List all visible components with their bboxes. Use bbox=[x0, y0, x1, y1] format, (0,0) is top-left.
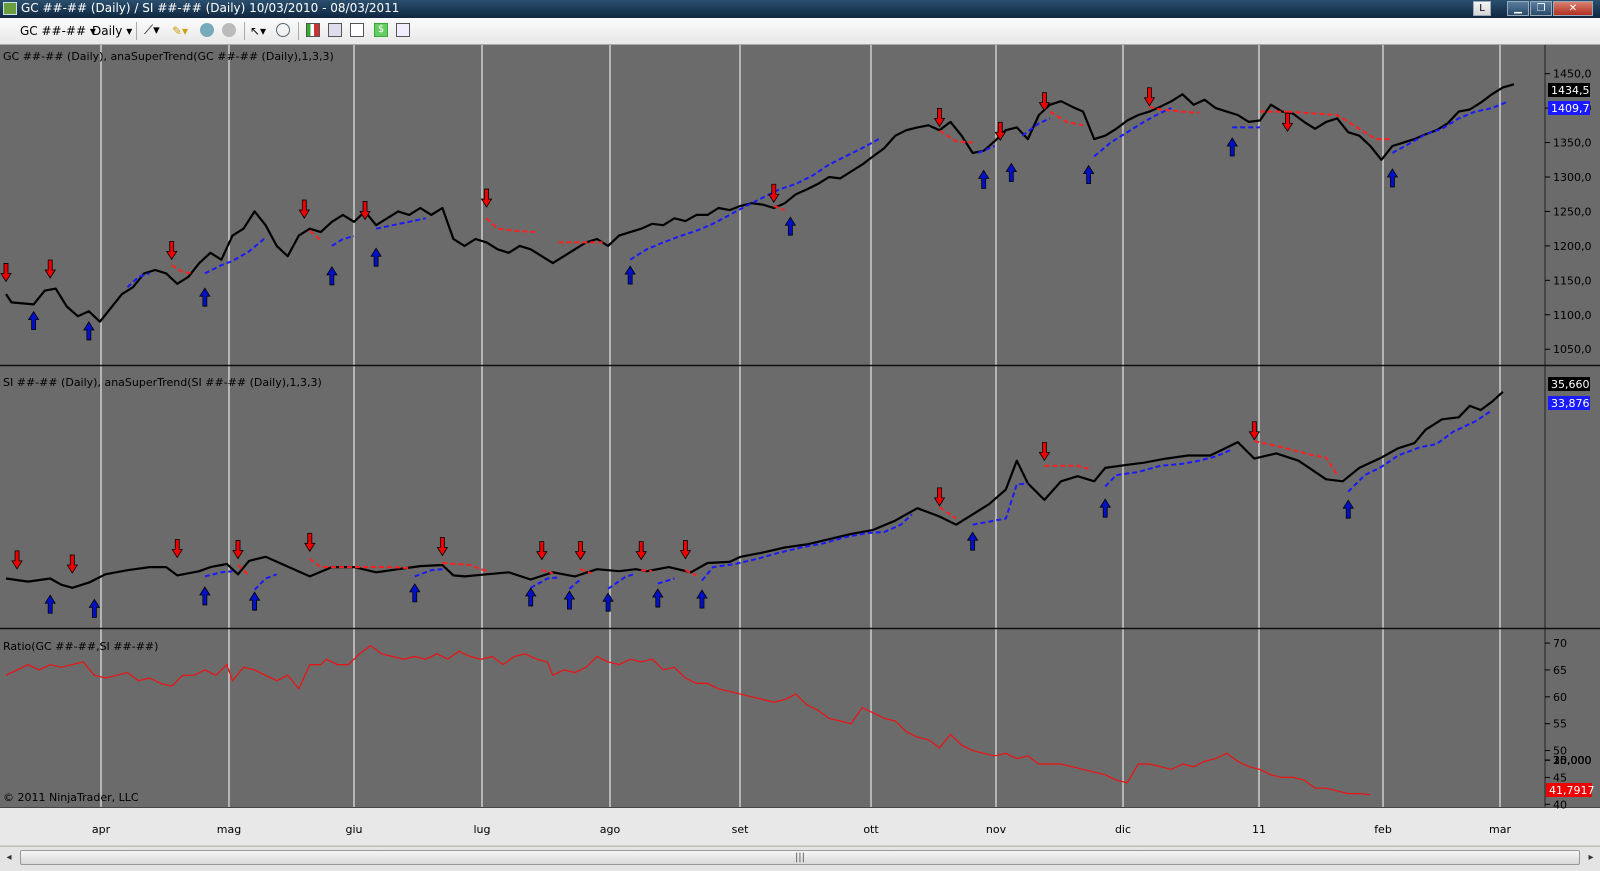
toolbar-separator bbox=[298, 22, 299, 40]
app-icon bbox=[3, 2, 17, 15]
toolbar-separator bbox=[136, 22, 137, 40]
pencil-icon[interactable]: ✎▾ bbox=[172, 22, 188, 40]
y-tick-label: 45 bbox=[1553, 771, 1567, 784]
title-bar: GC ##-## (Daily) / SI ##-## (Daily) 10/0… bbox=[0, 0, 1600, 18]
y-tick-label: 1250,0 bbox=[1553, 205, 1592, 218]
close-button[interactable]: ✕ bbox=[1553, 1, 1593, 16]
silver-last-price-marker: 35,660 bbox=[1548, 377, 1590, 391]
x-tick-label: giu bbox=[345, 823, 362, 836]
chart-area[interactable]: 1050,0 1100,0 1150,0 1200,0 1250,0 1300,0 1350… bbox=[0, 45, 1600, 845]
interval-label: Daily bbox=[92, 24, 123, 38]
x-tick-label: ago bbox=[600, 823, 621, 836]
y-tick-label: 70 bbox=[1553, 637, 1567, 650]
ratio-panel-label: Ratio(GC ##-##,SI ##-##) bbox=[3, 640, 158, 653]
y-tick-label: 1100,0 bbox=[1553, 309, 1592, 322]
dollar-icon[interactable]: $ bbox=[374, 23, 388, 37]
link-button[interactable]: L bbox=[1473, 1, 1491, 16]
y-tick-label: 50 bbox=[1553, 745, 1567, 758]
y-tick-label: 1050,0 bbox=[1553, 343, 1592, 356]
ratio-last-value: 41,7917 bbox=[1549, 784, 1595, 797]
minimize-button[interactable]: ▁ bbox=[1507, 1, 1529, 16]
y-tick-label: 65 bbox=[1553, 664, 1567, 677]
x-tick-label: set bbox=[732, 823, 749, 836]
silver-panel-label: SI ##-## (Daily), anaSuperTrend(SI ##-##… bbox=[3, 376, 322, 389]
x-tick-label: ott bbox=[863, 823, 879, 836]
x-tick-label: feb bbox=[1374, 823, 1392, 836]
silver-trend-value: 33,876 bbox=[1551, 397, 1590, 410]
silver-last-price: 35,660 bbox=[1551, 378, 1590, 391]
window-title: GC ##-## (Daily) / SI ##-## (Daily) 10/0… bbox=[21, 1, 400, 15]
toolbar-separator bbox=[244, 22, 245, 40]
instrument-dropdown[interactable]: GC ##-## ▾ bbox=[20, 22, 96, 40]
y-tick-label: 1150,0 bbox=[1553, 274, 1592, 287]
indicator-icon[interactable] bbox=[200, 23, 214, 37]
chart-toolbar: GC ##-## ▾ Daily ▾ ⟋▾ ✎▾ ↖▾ $ bbox=[0, 18, 1600, 45]
silver-trend-value-marker: 33,876 bbox=[1548, 396, 1590, 410]
x-tick-label: lug bbox=[473, 823, 490, 836]
x-tick-label: 11 bbox=[1252, 823, 1266, 836]
pointer-icon[interactable]: ↖▾ bbox=[250, 22, 266, 40]
y-tick-label: 1450,0 bbox=[1553, 68, 1592, 81]
y-tick-label: 60 bbox=[1553, 691, 1567, 704]
strategy-icon[interactable] bbox=[222, 23, 236, 37]
gold-last-price-marker: 1434,5 bbox=[1548, 83, 1590, 97]
gold-panel-label: GC ##-## (Daily), anaSuperTrend(GC ##-##… bbox=[3, 50, 334, 63]
y-tick-label: 40 bbox=[1553, 798, 1567, 811]
x-tick-label: dic bbox=[1115, 823, 1131, 836]
scroll-thumb[interactable]: ||| bbox=[20, 850, 1580, 865]
interval-dropdown[interactable]: Daily ▾ bbox=[92, 22, 132, 40]
x-tick-label: nov bbox=[986, 823, 1007, 836]
y-tick-label: 55 bbox=[1553, 718, 1567, 731]
line-drawing-icon[interactable]: ⟋▾ bbox=[144, 22, 160, 40]
chart-style-icon[interactable] bbox=[350, 23, 364, 37]
zoom-icon[interactable] bbox=[276, 23, 290, 37]
properties-icon[interactable] bbox=[396, 23, 410, 37]
y-tick-label: 1200,0 bbox=[1553, 240, 1592, 253]
y-tick-label: 1350,0 bbox=[1553, 137, 1592, 150]
y-tick-label: 1300,0 bbox=[1553, 171, 1592, 184]
data-box-icon[interactable] bbox=[328, 23, 342, 37]
chart-background bbox=[0, 45, 1600, 845]
scroll-left-arrow[interactable]: ◂ bbox=[2, 850, 16, 865]
maximize-button[interactable]: ❐ bbox=[1530, 1, 1552, 16]
x-tick-label: mar bbox=[1489, 823, 1511, 836]
horizontal-scrollbar[interactable]: ◂ ||| ▸ bbox=[0, 846, 1600, 871]
bar-chart-icon[interactable] bbox=[306, 23, 320, 37]
x-tick-label: apr bbox=[92, 823, 111, 836]
instrument-label: GC ##-## bbox=[20, 24, 87, 38]
x-tick-label: mag bbox=[217, 823, 241, 836]
ratio-last-value-marker: 41,7917 bbox=[1546, 783, 1595, 797]
copyright-text: © 2011 NinjaTrader, LLC bbox=[3, 791, 139, 804]
gold-trend-value-marker: 1409,7 bbox=[1548, 101, 1590, 115]
gold-trend-value: 1409,7 bbox=[1551, 102, 1590, 115]
gold-last-price: 1434,5 bbox=[1551, 84, 1590, 97]
scroll-right-arrow[interactable]: ▸ bbox=[1584, 850, 1598, 865]
